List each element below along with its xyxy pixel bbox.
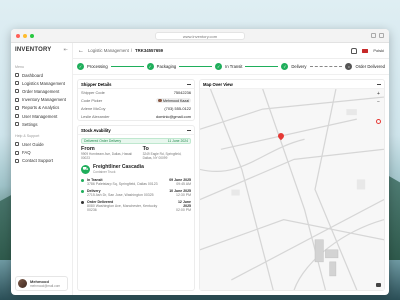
- check-icon: ✓: [146, 63, 154, 70]
- sidebar-item-contact[interactable]: Contact Support: [15, 157, 68, 165]
- tabs-icon[interactable]: [379, 33, 384, 38]
- picker-chip: Mehmood Kazai: [156, 98, 191, 104]
- headset-icon: [15, 158, 19, 163]
- carrier-info: ⛟ Freightliner Cascadia Container Truck: [78, 160, 194, 176]
- map-streets: [200, 89, 384, 290]
- breadcrumb[interactable]: Logistic Management: [88, 48, 129, 53]
- timeline-dot: [81, 178, 84, 182]
- step-connector-pending: [309, 66, 343, 67]
- collapse-card-icon[interactable]: [377, 83, 381, 85]
- book-icon: [15, 142, 19, 147]
- step-packaging: ✓ Packaging: [146, 63, 177, 70]
- step-delivery: ✓ Delivery: [281, 63, 307, 70]
- timeline-event: Delivery 2715 Ash Dr, San Jose, Washingto…: [78, 187, 194, 198]
- users-icon: [15, 114, 19, 119]
- to-address: 3249 Eagle Rd, Springfield, Dallas, NY 0…: [142, 152, 182, 161]
- card-title: Stock Avability: [81, 127, 111, 133]
- avatar: [18, 279, 27, 288]
- pending-icon: •: [345, 63, 353, 70]
- sidebar-item-faq[interactable]: FAQ: [15, 149, 68, 157]
- user-email: mehmood@mail.com: [30, 284, 61, 288]
- address-bar[interactable]: www.inventory.com: [155, 32, 245, 40]
- timeline-dot: [81, 200, 84, 204]
- breadcrumb-separator: /: [130, 48, 133, 53]
- status-badge: Delivered Order Delivery 11 June 2024: [81, 138, 191, 145]
- order-progress: ✓ Processing ✓ Packaging ✓ In Transit ✓ Deli…: [73, 59, 389, 75]
- timeline-dot: [81, 189, 84, 193]
- step-connector: [245, 66, 279, 67]
- help-icon: [15, 150, 19, 155]
- browser-chrome: www.inventory.com: [11, 29, 389, 43]
- gear-icon: [15, 122, 19, 127]
- sidebar-item-logistics[interactable]: Logistics Management: [15, 79, 68, 87]
- cart-icon: [15, 89, 19, 94]
- zoom-in-icon[interactable]: +: [376, 92, 381, 97]
- close-window-button[interactable]: [16, 33, 20, 38]
- sidebar-item-orders[interactable]: Order Management: [15, 87, 68, 95]
- minimize-window-button[interactable]: [23, 33, 27, 38]
- locate-icon[interactable]: [376, 119, 381, 124]
- card-title: Map Over View: [203, 81, 233, 87]
- carrier-type: Container Truck: [93, 170, 116, 175]
- step-connector: [110, 66, 144, 67]
- share-icon[interactable]: [371, 33, 376, 38]
- collapse-sidebar-icon[interactable]: ⇤: [64, 47, 68, 53]
- check-icon: ✓: [77, 63, 84, 70]
- back-arrow-icon[interactable]: ←: [78, 48, 84, 54]
- maximize-window-button[interactable]: [30, 33, 34, 38]
- sidebar-item-reports[interactable]: Reports & Analytics: [15, 104, 68, 112]
- sidebar: INVENTORY ⇤ Menu Dashboard Logistics Man…: [11, 43, 73, 295]
- truck-icon: ⛟: [81, 164, 90, 174]
- main-content: ← Logistic Management / TRK34557659 Pols…: [73, 43, 389, 295]
- sidebar-item-dashboard[interactable]: Dashboard: [15, 71, 68, 79]
- avatar: [158, 98, 162, 103]
- layers-icon[interactable]: [376, 283, 381, 287]
- shipper-details-card: Shipper Details Shipper Code 75042236 Cod…: [77, 79, 195, 122]
- detail-row: Shipper Code 75042236: [81, 90, 191, 96]
- card-title: Shipper Details: [81, 81, 112, 87]
- menu-section-label: Menu: [15, 65, 24, 69]
- map-zoom-controls: + −: [376, 92, 381, 105]
- timeline-event: In Transit 3786 Paletstarp Sq, Springfiel…: [78, 176, 194, 187]
- truck-icon: [15, 81, 19, 86]
- sidebar-item-users[interactable]: User Management: [15, 112, 68, 120]
- user-profile[interactable]: Mehmood mehmood@mail.com: [15, 276, 68, 291]
- route-from-to: From 9909 Hornbeam Ave, Dallas, Hawaii 00…: [78, 146, 194, 160]
- brand-logo: INVENTORY: [15, 47, 52, 53]
- language-flag-icon: [362, 48, 369, 53]
- check-icon: ✓: [215, 63, 223, 70]
- stock-availability-card: Stock Avability Delivered Order Delivery…: [77, 125, 195, 291]
- sidebar-item-user-guide[interactable]: User Guide: [15, 140, 68, 148]
- chart-icon: [15, 105, 19, 110]
- sidebar-item-inventory[interactable]: Inventory Management: [15, 96, 68, 104]
- timeline-event: Order Delivered 8080 Washington Ave, Manc…: [78, 198, 194, 213]
- browser-window: www.inventory.com INVENTORY ⇤ Menu Dashb…: [11, 29, 389, 295]
- map-overview-card: Map Over View + −: [199, 79, 385, 291]
- dashboard-icon: [15, 73, 19, 78]
- step-order-delivered: • Order Delivered: [345, 63, 385, 70]
- zoom-out-icon[interactable]: −: [376, 100, 381, 105]
- from-address: 9909 Hornbeam Ave, Dallas, Hawaii 00023: [81, 152, 132, 161]
- detail-row: Leslie Alexander dominic@gmail.com: [81, 113, 191, 119]
- collapse-card-icon[interactable]: [187, 129, 191, 131]
- step-in-transit: ✓ In Transit: [215, 63, 243, 70]
- check-icon: ✓: [281, 63, 289, 70]
- sidebar-item-settings[interactable]: Settings: [15, 120, 68, 128]
- detail-row: Arlene McCoy (703) 555-0122: [81, 105, 191, 111]
- collapse-card-icon[interactable]: [187, 83, 191, 85]
- map-view[interactable]: + −: [200, 89, 384, 290]
- step-connector: [179, 66, 213, 67]
- language-selector[interactable]: Polski: [373, 48, 384, 53]
- box-icon: [15, 97, 19, 102]
- detail-row: Code Picker Mehmood Kazai: [81, 98, 191, 104]
- page-header: ← Logistic Management / TRK34557659 Pols…: [73, 43, 389, 59]
- step-processing: ✓ Processing: [77, 63, 108, 70]
- tracking-id: TRK34557659: [135, 48, 163, 53]
- bell-icon[interactable]: [351, 47, 358, 54]
- support-section-label: Help & Support: [15, 134, 40, 139]
